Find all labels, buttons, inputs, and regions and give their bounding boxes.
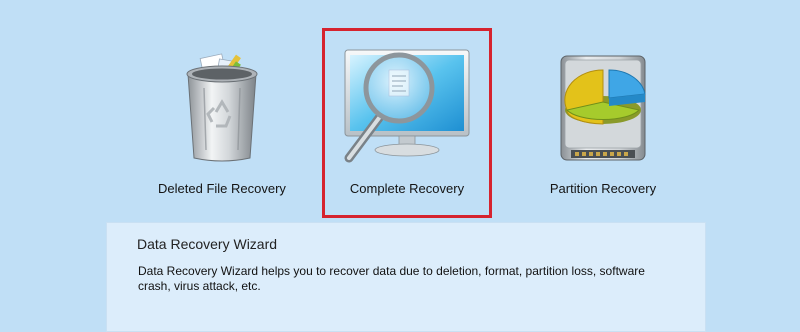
hard-drive-pie-chart-icon	[518, 42, 688, 172]
wizard-description: Data Recovery Wizard helps you to recove…	[138, 264, 645, 293]
deleted-file-recovery-option[interactable]: Deleted File Recovery	[137, 28, 307, 218]
wizard-info-panel: Data Recovery Wizard Data Recovery Wizar…	[106, 222, 706, 332]
deleted-file-recovery-label: Deleted File Recovery	[158, 181, 286, 196]
partition-recovery-option[interactable]: Partition Recovery	[518, 28, 688, 218]
complete-recovery-label: Complete Recovery	[349, 181, 465, 196]
recycle-bin-icon	[137, 42, 307, 172]
monitor-magnifier-icon	[325, 42, 489, 172]
complete-recovery-option[interactable]: Complete Recovery	[322, 28, 492, 218]
wizard-title: Data Recovery Wizard	[137, 236, 278, 252]
partition-recovery-label: Partition Recovery	[549, 181, 657, 196]
